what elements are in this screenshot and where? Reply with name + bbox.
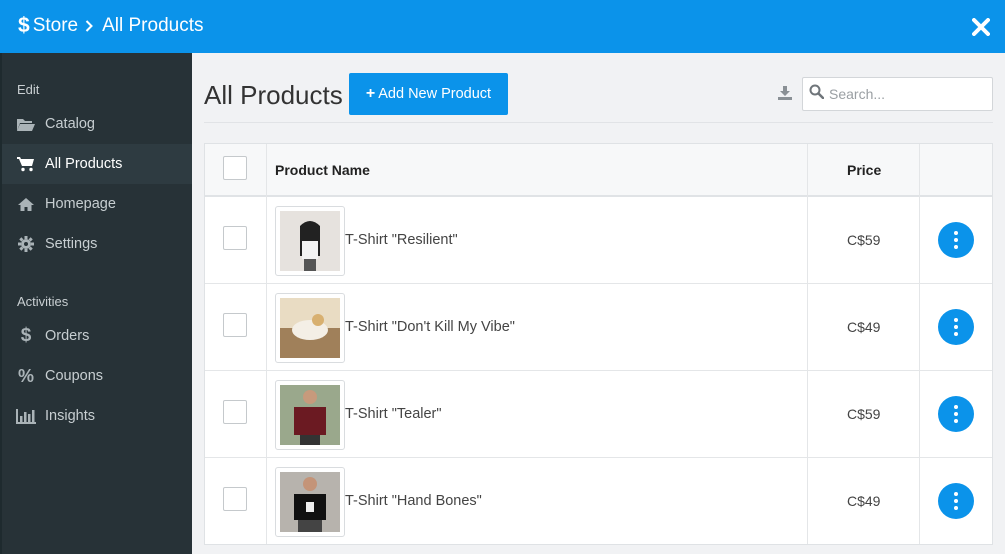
search-input[interactable] xyxy=(829,86,979,102)
sidebar-item-settings[interactable]: Settings xyxy=(2,224,192,264)
product-price: C$49 xyxy=(847,319,881,335)
sidebar-heading-activities: Activities xyxy=(17,294,69,309)
row-actions-button[interactable] xyxy=(938,396,974,432)
product-name[interactable]: T-Shirt "Resilient" xyxy=(345,232,458,248)
column-header-product-name[interactable]: Product Name xyxy=(275,144,370,195)
sidebar-item-catalog[interactable]: Catalog xyxy=(2,104,192,144)
divider xyxy=(204,122,993,123)
product-thumbnail[interactable] xyxy=(275,206,345,276)
download-icon[interactable] xyxy=(778,86,792,100)
home-icon xyxy=(16,195,36,213)
select-all-checkbox[interactable] xyxy=(223,156,247,180)
breadcrumb-store[interactable]: Store xyxy=(33,15,78,37)
product-name[interactable]: T-Shirt "Don't Kill My Vibe" xyxy=(345,319,515,335)
sidebar-item-label: Coupons xyxy=(45,368,104,384)
column-divider xyxy=(919,144,920,544)
product-price: C$49 xyxy=(847,493,881,509)
top-bar: $ Store All Products xyxy=(0,0,1005,53)
products-table: Product Name Price T-Shirt "Resilient" C… xyxy=(204,143,993,545)
sidebar-item-label: Homepage xyxy=(45,196,116,212)
breadcrumb-current: All Products xyxy=(102,15,204,36)
bar-chart-icon xyxy=(16,407,36,425)
sidebar-item-homepage[interactable]: Homepage xyxy=(2,184,192,224)
search-box xyxy=(802,77,993,111)
sidebar-item-label: Orders xyxy=(45,328,90,344)
product-price: C$59 xyxy=(847,406,881,422)
sidebar-item-label: Insights xyxy=(45,408,95,424)
column-divider xyxy=(807,144,808,544)
product-price: C$59 xyxy=(847,232,881,248)
close-icon[interactable] xyxy=(972,18,990,36)
dollar-icon: $ xyxy=(18,14,30,37)
sidebar-item-insights[interactable]: Insights xyxy=(2,396,192,436)
page-title: All Products xyxy=(204,80,343,110)
sidebar-heading-edit: Edit xyxy=(17,82,40,97)
add-new-product-button[interactable]: + Add New Product xyxy=(349,73,508,115)
sidebar-item-orders[interactable]: $ Orders xyxy=(2,316,192,356)
sidebar-item-coupons[interactable]: % Coupons xyxy=(2,356,192,396)
folder-open-icon xyxy=(16,115,36,133)
product-name[interactable]: T-Shirt "Tealer" xyxy=(345,406,442,422)
sidebar-item-all-products[interactable]: All Products xyxy=(2,144,192,184)
product-thumbnail[interactable] xyxy=(275,293,345,363)
row-actions-button[interactable] xyxy=(938,309,974,345)
table-row: T-Shirt "Resilient" C$59 xyxy=(205,197,992,284)
sidebar-item-label: Catalog xyxy=(45,116,95,132)
table-row: T-Shirt "Tealer" C$59 xyxy=(205,371,992,458)
table-header-row: Product Name Price xyxy=(205,144,992,197)
sidebar-item-label: All Products xyxy=(45,156,123,172)
column-header-price[interactable]: Price xyxy=(847,144,881,195)
row-checkbox[interactable] xyxy=(223,226,247,250)
chevron-right-icon xyxy=(85,20,94,32)
plus-icon: + xyxy=(365,85,376,102)
sidebar-item-label: Settings xyxy=(45,236,98,252)
table-row: T-Shirt "Don't Kill My Vibe" C$49 xyxy=(205,284,992,371)
row-actions-button[interactable] xyxy=(938,222,974,258)
table-row: T-Shirt "Hand Bones" C$49 xyxy=(205,458,992,544)
breadcrumb: $ Store All Products xyxy=(18,13,203,39)
row-checkbox[interactable] xyxy=(223,313,247,337)
product-name[interactable]: T-Shirt "Hand Bones" xyxy=(345,493,482,509)
main-content: All Products + Add New Product Product N… xyxy=(192,53,1005,554)
gear-icon xyxy=(16,235,36,253)
product-thumbnail[interactable] xyxy=(275,467,345,537)
dollar-icon: $ xyxy=(20,325,32,346)
row-checkbox[interactable] xyxy=(223,487,247,511)
row-checkbox[interactable] xyxy=(223,400,247,424)
add-new-product-label: Add New Product xyxy=(378,86,492,102)
percent-icon: % xyxy=(17,365,34,386)
product-thumbnail[interactable] xyxy=(275,380,345,450)
search-icon xyxy=(809,84,825,104)
sidebar: Edit Catalog All Products Homepage Setti… xyxy=(0,53,192,554)
cart-icon xyxy=(16,155,36,173)
column-divider xyxy=(266,144,267,544)
row-actions-button[interactable] xyxy=(938,483,974,519)
